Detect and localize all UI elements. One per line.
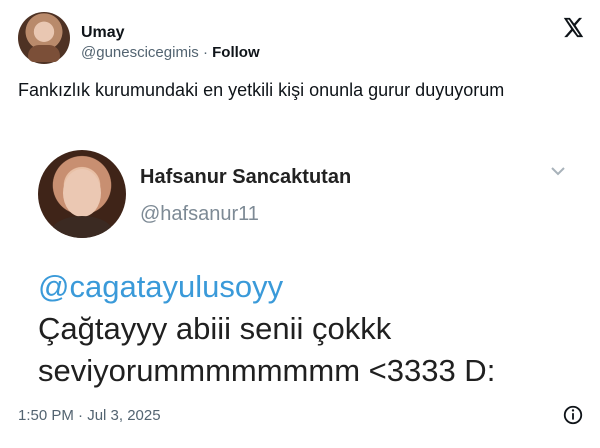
author-name[interactable]: Umay bbox=[81, 23, 125, 43]
quoted-tweet-screenshot[interactable]: Hafsanur Sancaktutan @hafsanur11 @cagata… bbox=[18, 138, 582, 394]
meta-separator: · bbox=[202, 44, 208, 61]
author-meta: @gunescicegimis · Follow bbox=[81, 43, 260, 63]
quoted-text-line-2: seviyorummmmmmmm <3333 D: bbox=[38, 353, 496, 388]
quoted-avatar bbox=[38, 150, 126, 238]
quoted-body: @cagatayulusoyy Çağtayyy abiii senii çok… bbox=[38, 266, 573, 392]
author-avatar[interactable] bbox=[18, 12, 70, 64]
quoted-text-line-1: Çağtayyy abiii senii çokkk bbox=[38, 311, 392, 346]
info-icon[interactable] bbox=[562, 404, 584, 426]
x-logo-icon[interactable] bbox=[561, 16, 584, 39]
tweet-header: Umay @gunescicegimis · Follow bbox=[18, 12, 584, 68]
quoted-author-handle: @hafsanur11 bbox=[140, 203, 259, 225]
tweet-text: Fankızlık kurumundaki en yetkili kişi on… bbox=[18, 80, 505, 100]
author-handle[interactable]: @gunescicegimis bbox=[81, 44, 199, 61]
tweet-footer: 1:50 PM · Jul 3, 2025 bbox=[18, 404, 584, 428]
chevron-down-icon bbox=[551, 167, 565, 176]
follow-button[interactable]: Follow bbox=[212, 44, 260, 61]
tweet-timestamp[interactable]: 1:50 PM · Jul 3, 2025 bbox=[18, 407, 161, 425]
quoted-author-name: Hafsanur Sancaktutan bbox=[140, 166, 352, 188]
quoted-mention: @cagatayulusoyy bbox=[38, 269, 284, 304]
